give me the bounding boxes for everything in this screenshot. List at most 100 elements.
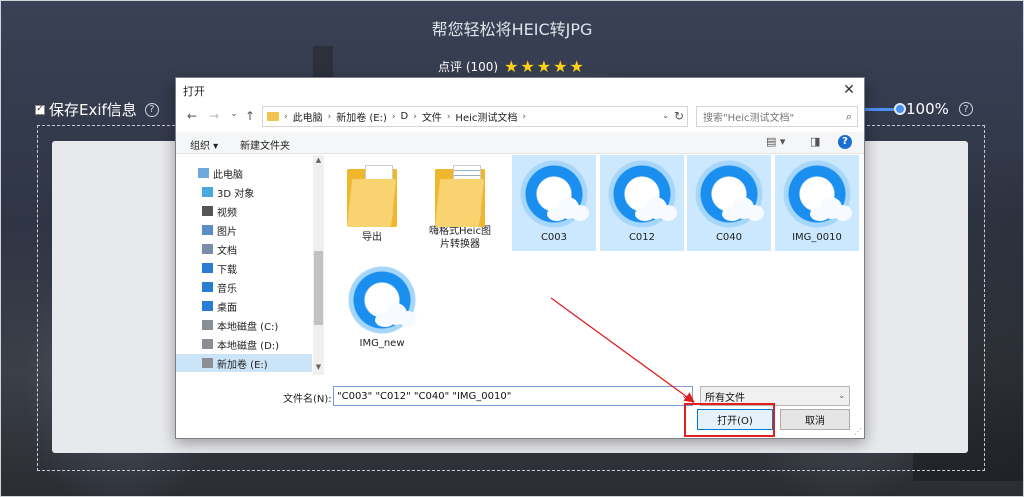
download-icon [202, 263, 213, 273]
file-item[interactable]: C012 [600, 155, 684, 251]
address-bar[interactable]: › 此电脑 › 新加卷 (E:) › D › 文件 › Heic测试文档 › ⌄… [262, 106, 688, 127]
back-arrow-icon[interactable]: ← [184, 109, 200, 123]
exif-help-icon[interactable]: ? [144, 102, 159, 117]
breadcrumb-heic-folder[interactable]: Heic测试文档 [455, 109, 517, 124]
folder-item[interactable]: 导出 [330, 155, 414, 251]
search-input[interactable]: 搜索"Heic测试文档" ⌕ [696, 106, 858, 127]
help-icon[interactable]: ? [838, 135, 852, 149]
new-folder-button[interactable]: 新建文件夹 [240, 137, 290, 152]
cube-icon [202, 187, 213, 197]
nav-item-label: 本地磁盘 (D:) [217, 340, 280, 352]
image-file-icon [694, 159, 764, 229]
breadcrumb-files[interactable]: 文件 [422, 109, 442, 124]
scrollbar-thumb[interactable] [314, 251, 323, 325]
cancel-button[interactable]: 取消 [780, 409, 850, 430]
exif-checkbox[interactable]: ✓ [35, 104, 45, 115]
drive-icon [202, 320, 213, 330]
drive-icon [202, 358, 213, 368]
file-item[interactable]: C040 [687, 155, 771, 251]
dialog-toolbar: 组织 ▾ 新建文件夹 ▤ ▾ ◨ ? [176, 132, 864, 154]
breadcrumb-drive-e[interactable]: 新加卷 (E:) [336, 109, 387, 124]
nav-item[interactable]: 本地磁盘 (C:) [176, 316, 312, 334]
nav-item[interactable]: 图片 [176, 221, 312, 239]
close-icon[interactable]: ✕ [840, 82, 858, 98]
scroll-down-icon[interactable]: ▼ [314, 363, 323, 371]
quality-value: 100% [906, 100, 949, 118]
quality-help-icon[interactable]: ? [958, 102, 973, 116]
folder-item[interactable]: 嗨格式Heic图片转换器 [418, 155, 502, 251]
nav-item[interactable]: 下载 [176, 259, 312, 277]
preview-pane-icon[interactable]: ◨ [810, 135, 820, 148]
recent-locations-chevron-icon[interactable]: ⌄ [226, 109, 242, 119]
breadcrumb-d[interactable]: D [401, 111, 409, 122]
nav-item[interactable]: 桌面 [176, 297, 312, 315]
file-list: 导出 嗨格式Heic图片转换器 C003 C012 C040 IMG_0010 IMG_ne… [326, 155, 864, 375]
file-item[interactable]: IMG_new [340, 261, 424, 357]
app-title: 帮您轻松将HEIC转JPG [431, 20, 593, 39]
pictures-icon [202, 225, 213, 235]
video-icon [202, 206, 213, 216]
folder-icon [267, 112, 279, 121]
file-name: 导出 [362, 232, 382, 243]
filename-input[interactable]: "C003" "C012" "C040" "IMG_0010" ⌄ [333, 386, 693, 406]
file-type-value: 所有文件 [705, 392, 745, 404]
file-type-chevron-icon[interactable]: ⌄ [838, 391, 845, 400]
file-name: C003 [540, 232, 568, 243]
organize-menu[interactable]: 组织 ▾ [190, 137, 218, 152]
computer-icon [198, 168, 209, 178]
nav-item-label: 图片 [217, 226, 237, 238]
file-name: 嗨格式Heic图片转换器 [429, 226, 491, 250]
nav-item-label: 新加卷 (E:) [217, 359, 268, 371]
filename-value: "C003" "C012" "C040" "IMG_0010" [337, 390, 512, 402]
nav-item-label: 此电脑 [213, 169, 243, 181]
search-icon[interactable]: ⌕ [846, 110, 852, 124]
file-item[interactable]: IMG_0010 [775, 155, 859, 251]
folder-icon [347, 165, 397, 229]
navigation-bar: ← → ⌄ ↑ › 此电脑 › 新加卷 (E:) › D › 文件 › Heic… [176, 106, 864, 128]
nav-item[interactable]: 新加卷 (E:) [176, 354, 312, 372]
breadcrumb-separator: › [284, 111, 288, 122]
nav-item[interactable]: 视频 [176, 202, 312, 220]
nav-item[interactable]: 音乐 [176, 278, 312, 296]
open-button[interactable]: 打开(O) [697, 409, 773, 430]
refresh-icon[interactable]: ↻ [674, 109, 684, 123]
scroll-up-icon[interactable]: ▲ [314, 156, 323, 164]
breadcrumb-separator: › [391, 111, 396, 122]
quality-slider[interactable] [862, 102, 906, 115]
file-item[interactable]: C003 [512, 155, 596, 251]
search-placeholder: 搜索"Heic测试文档" [703, 113, 795, 124]
dialog-titlebar: 打开 [176, 78, 864, 103]
exif-option[interactable]: ✓ 保存Exif信息 ? [35, 99, 159, 120]
quality-control: 100% ? [862, 100, 973, 118]
navigation-pane-scrollbar[interactable]: ▲ ▼ [313, 155, 324, 375]
quality-slider-knob[interactable] [894, 102, 906, 115]
rating: 点评 (100) ★★★★★ [438, 57, 586, 76]
rating-label: 点评 (100) [438, 60, 499, 74]
file-name: C040 [715, 232, 743, 243]
forward-arrow-icon[interactable]: → [206, 109, 222, 123]
filename-label: 文件名(N): [283, 394, 332, 405]
nav-item[interactable]: 文档 [176, 240, 312, 258]
up-arrow-icon[interactable]: ↑ [242, 109, 258, 123]
filename-dropdown-chevron-icon[interactable]: ⌄ [681, 391, 688, 400]
open-file-dialog: 打开 ✕ ← → ⌄ ↑ › 此电脑 › 新加卷 (E:) › D › 文件 ›… [175, 77, 865, 439]
nav-item-label: 本地磁盘 (C:) [217, 321, 279, 333]
image-file-icon [607, 159, 677, 229]
breadcrumb-this-pc[interactable]: 此电脑 [293, 109, 323, 124]
nav-item[interactable]: 此电脑 [176, 164, 312, 182]
breadcrumb-separator: › [446, 111, 451, 122]
image-file-icon [519, 159, 589, 229]
address-dropdown-chevron-icon[interactable]: ⌄ [662, 111, 669, 120]
nav-item-label: 下载 [217, 264, 237, 276]
folder-icon [435, 165, 485, 227]
nav-item-label: 音乐 [217, 283, 237, 295]
nav-item[interactable]: 本地磁盘 (D:) [176, 335, 312, 353]
documents-icon [202, 244, 213, 254]
resize-grip-icon[interactable]: ⋰ [854, 427, 862, 436]
dialog-title: 打开 [183, 84, 205, 98]
rating-stars[interactable]: ★★★★★ [504, 57, 586, 76]
drive-icon [202, 339, 213, 349]
nav-item-label: 桌面 [217, 302, 237, 314]
view-options-icon[interactable]: ▤ ▾ [766, 135, 785, 148]
nav-item[interactable]: 3D 对象 [176, 183, 312, 201]
